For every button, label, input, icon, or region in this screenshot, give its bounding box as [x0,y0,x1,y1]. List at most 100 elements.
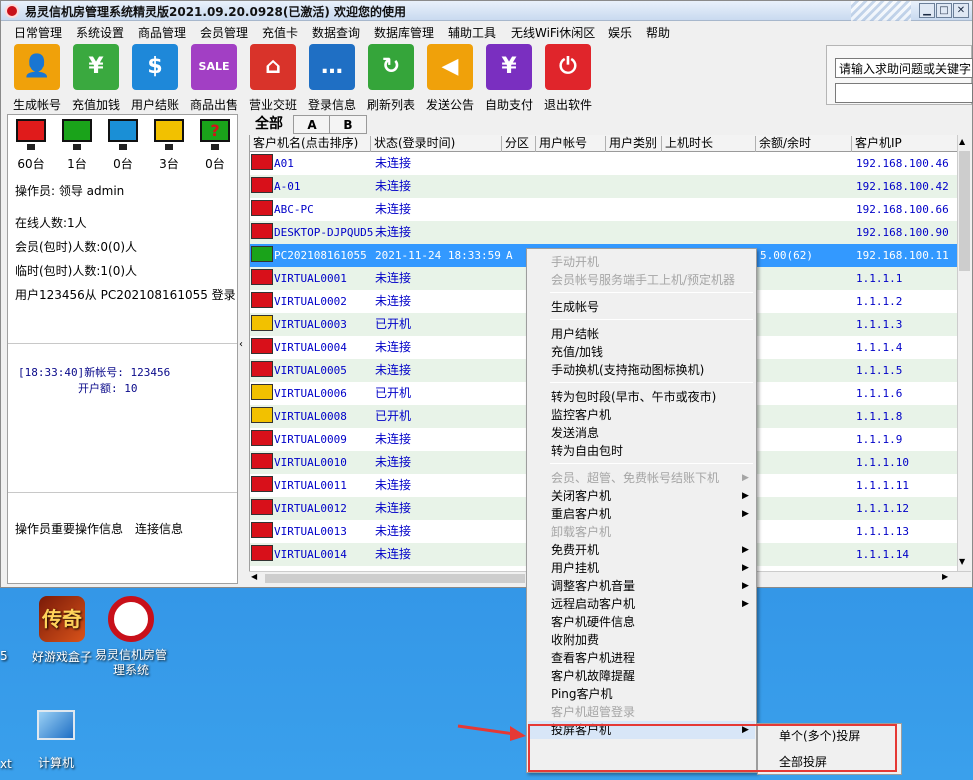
menu-4[interactable]: 充值卡 [262,24,298,41]
tab-a[interactable]: A [293,115,331,134]
login-info: 用户123456从 PC202108161055 登录 [15,288,236,302]
cell-status: 未连接 [375,501,412,515]
scroll-down-icon[interactable]: ▼ [959,557,965,566]
context-menu-item[interactable]: 查看客户机进程 [528,649,755,667]
context-menu-label: 客户机故障提醒 [551,669,636,683]
tab-b[interactable]: B [329,115,367,134]
submenu-arrow-icon: ▶ [742,545,749,555]
table-row[interactable]: DESKTOP-DJPQUD5 未连接 192.168.100.90 [250,221,957,244]
minimize-button[interactable]: ▁ [919,3,935,18]
context-menu-item[interactable]: 远程启动客户机 ▶ [528,595,755,613]
panel-splitter[interactable]: ‹ [238,114,247,584]
desktop-icon-computer[interactable]: 计算机 [26,710,86,771]
window-title: 易灵信机房管理系统精灵版2021.09.20.0928(已激活) 欢迎您的使用 [25,5,407,19]
column-header[interactable]: 分区 [502,136,536,152]
scroll-left-icon[interactable]: ◀ [251,572,257,581]
toolbar-button-6[interactable]: ↻ 刷新列表 [363,44,419,112]
toolbar-button-7[interactable]: ◀ 发送公告 [422,44,478,112]
tab-all[interactable]: 全部 [249,115,289,134]
menu-5[interactable]: 数据查询 [312,24,360,41]
context-menu-item[interactable]: 调整客户机音量 ▶ [528,577,755,595]
maximize-button[interactable]: □ [936,3,952,18]
toolbar-button-4[interactable]: ⌂ 营业交班 [245,44,301,112]
column-header[interactable]: 上机时长 [662,136,756,152]
menu-1[interactable]: 系统设置 [76,24,124,41]
help-search-box-2[interactable] [835,83,973,103]
table-row[interactable]: A-01 未连接 192.168.100.42 [250,175,957,198]
toolbar-button-1[interactable]: ¥ 充值加钱 [68,44,124,112]
column-header[interactable]: 客户机IP [852,136,957,152]
cell-ip: 1.1.1.4 [856,341,903,354]
context-menu-item[interactable]: 发送消息 [528,424,755,442]
context-menu-item[interactable]: 手动换机(支持拖动图标换机) [528,361,755,379]
menu-9[interactable]: 娱乐 [608,24,632,41]
column-header[interactable]: 用户帐号 [536,136,606,152]
collapse-arrow-icon[interactable]: ‹ [239,339,243,350]
context-menu-item[interactable]: 监控客户机 [528,406,755,424]
table-row[interactable]: ABC-PC 未连接 192.168.100.66 [250,198,957,221]
operator-log-tab[interactable]: 操作员重要操作信息 [15,520,123,537]
menu-0[interactable]: 日常管理 [14,24,62,41]
cell-name: A01 [274,157,294,170]
column-header[interactable]: 余额/余时 [756,136,852,152]
context-menu-item[interactable]: 用户结帐 [528,325,755,343]
scroll-up-icon[interactable]: ▲ [959,137,965,146]
context-menu-item[interactable]: 免费开机 ▶ [528,541,755,559]
context-menu-item[interactable]: 生成帐号 [528,298,755,316]
context-menu-item[interactable]: 用户挂机 ▶ [528,559,755,577]
status-count-item[interactable]: 1台 [59,119,95,171]
cell-zone: A [506,249,513,262]
cell-name: A-01 [274,180,301,193]
context-menu-label: 生成帐号 [551,300,600,314]
help-search-input[interactable]: 请输入求助问题或关键字 [835,58,973,78]
context-menu-item[interactable]: 重启客户机 ▶ [528,505,755,523]
toolbar-label: 刷新列表 [366,98,415,112]
context-menu-item[interactable]: 充值/加钱 [528,343,755,361]
context-menu-item[interactable]: 转为自由包时 [528,442,755,460]
desktop-icon-label: 计算机 [37,756,74,770]
column-header[interactable]: 用户类别 [606,136,662,152]
context-menu-label: 关闭客户机 [551,489,612,503]
context-menu-item[interactable]: Ping客户机 [528,685,755,703]
toolbar-button-3[interactable]: SALE 商品出售 [186,44,242,112]
context-menu-item[interactable]: 客户机故障提醒 [528,667,755,685]
status-count-item[interactable]: 0台 [105,119,141,171]
context-menu-item[interactable]: 关闭客户机 ▶ [528,487,755,505]
context-menu-item[interactable]: 客户机硬件信息 [528,613,755,631]
status-count-item[interactable]: 3台 [151,119,187,171]
cell-ip: 1.1.1.12 [856,502,909,515]
toolbar-button-9[interactable]: ⏻ 退出软件 [540,44,596,112]
column-header[interactable]: 状态(登录时间) [371,136,502,152]
connection-info-tab[interactable]: 连接信息 [135,520,183,537]
scroll-thumb[interactable] [959,151,970,271]
status-count-item[interactable]: ? 0台 [197,119,233,171]
menu-10[interactable]: 帮助 [646,24,670,41]
log-line: [18:33:40]新帐号: 123456 [18,366,171,379]
status-count-item[interactable]: 60台 [13,119,49,171]
title-bar: 易灵信机房管理系统精灵版2021.09.20.0928(已激活) 欢迎您的使用 … [1,1,972,21]
vertical-scrollbar[interactable]: ▲ ▼ [957,135,971,571]
menu-3[interactable]: 会员管理 [200,24,248,41]
toolbar-button-5[interactable]: … 登录信息 [304,44,360,112]
toolbar-button-8[interactable]: ¥ 自助支付 [481,44,537,112]
monitor-yellow-icon [154,119,184,150]
context-menu-item[interactable]: 转为包时段(早市、午市或夜市) [528,388,755,406]
menu-8[interactable]: 无线WiFi休闲区 [511,24,595,41]
table-row[interactable]: A01 未连接 192.168.100.46 [250,152,957,175]
toolbar-button-0[interactable]: 👤 生成帐号 [9,44,65,112]
app-logo-icon [5,4,19,18]
toolbar-button-2[interactable]: $ 用户结账 [127,44,183,112]
scroll-right-icon[interactable]: ▶ [942,572,948,581]
hscroll-thumb[interactable] [265,574,525,583]
menu-7[interactable]: 辅助工具 [448,24,496,41]
desktop-icon-app[interactable]: 易灵信机房管理系统 [90,596,172,678]
toolbar-label: 用户结账 [130,98,179,112]
column-header[interactable]: 客户机名(点击排序) [250,136,371,152]
menu-6[interactable]: 数据库管理 [374,24,434,41]
menu-2[interactable]: 商品管理 [138,24,186,41]
context-menu-item[interactable]: 收附加费 [528,631,755,649]
monitor-red-icon [16,119,46,150]
close-button[interactable]: ✕ [953,3,969,18]
cell-status: 未连接 [375,524,412,538]
context-menu-label: 客户机硬件信息 [551,615,636,629]
